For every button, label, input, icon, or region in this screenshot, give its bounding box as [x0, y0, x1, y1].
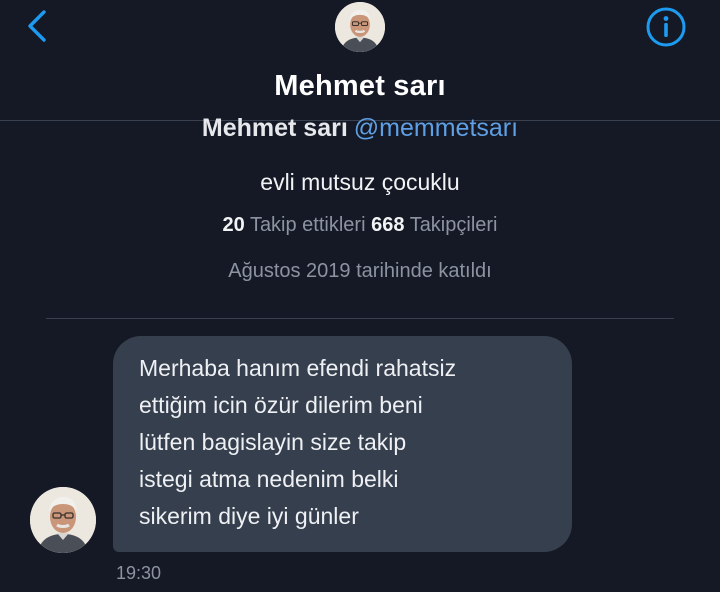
profile-divider — [46, 318, 674, 319]
follow-stats: 20 Takip ettikleri 668 Takipçileri — [0, 214, 720, 237]
followers-label: Takipçileri — [409, 214, 498, 236]
profile-photo — [30, 487, 96, 553]
message-line: sikerim diye iyi günler — [139, 503, 359, 529]
profile-photo — [335, 2, 385, 52]
chevron-left-icon — [28, 10, 46, 42]
message-timestamp: 19:30 — [116, 563, 162, 583]
info-icon — [646, 7, 686, 47]
followers-link[interactable]: 668 Takipçileri — [371, 214, 497, 236]
info-button[interactable] — [645, 6, 687, 48]
followers-count: 668 — [371, 214, 405, 236]
profile-handle: @memmetsarı — [353, 114, 519, 142]
profile-name-row[interactable]: Mehmet sarı @memmetsarı — [0, 114, 720, 143]
joined-date: Ağustos 2019 tarihinde katıldı — [228, 260, 492, 282]
following-count: 20 — [222, 214, 245, 236]
message-line: ettiğim icin özür dilerim beni — [139, 392, 423, 418]
dm-conversation-screen: Mehmet sarı Mehmet sarı @memmetsarı evli … — [0, 0, 720, 592]
header-avatar[interactable] — [335, 2, 385, 52]
profile-bio: evli mutsuz çocuklu — [260, 169, 460, 195]
following-label: Takip ettikleri — [249, 214, 366, 236]
message-bubble[interactable]: Merhaba hanım efendi rahatsiz ettiğim ic… — [113, 336, 572, 552]
message-line: istegi atma nedenim belki — [139, 466, 399, 492]
message-line: Merhaba hanım efendi rahatsiz — [139, 355, 457, 381]
following-link[interactable]: 20 Takip ettikleri — [222, 214, 365, 236]
message-line: lütfen bagislayin size takip — [139, 429, 407, 455]
conversation-title[interactable]: Mehmet sarı — [0, 70, 720, 103]
profile-name: Mehmet sarı — [201, 114, 348, 142]
back-button[interactable] — [22, 8, 54, 44]
sender-avatar[interactable] — [30, 487, 96, 553]
